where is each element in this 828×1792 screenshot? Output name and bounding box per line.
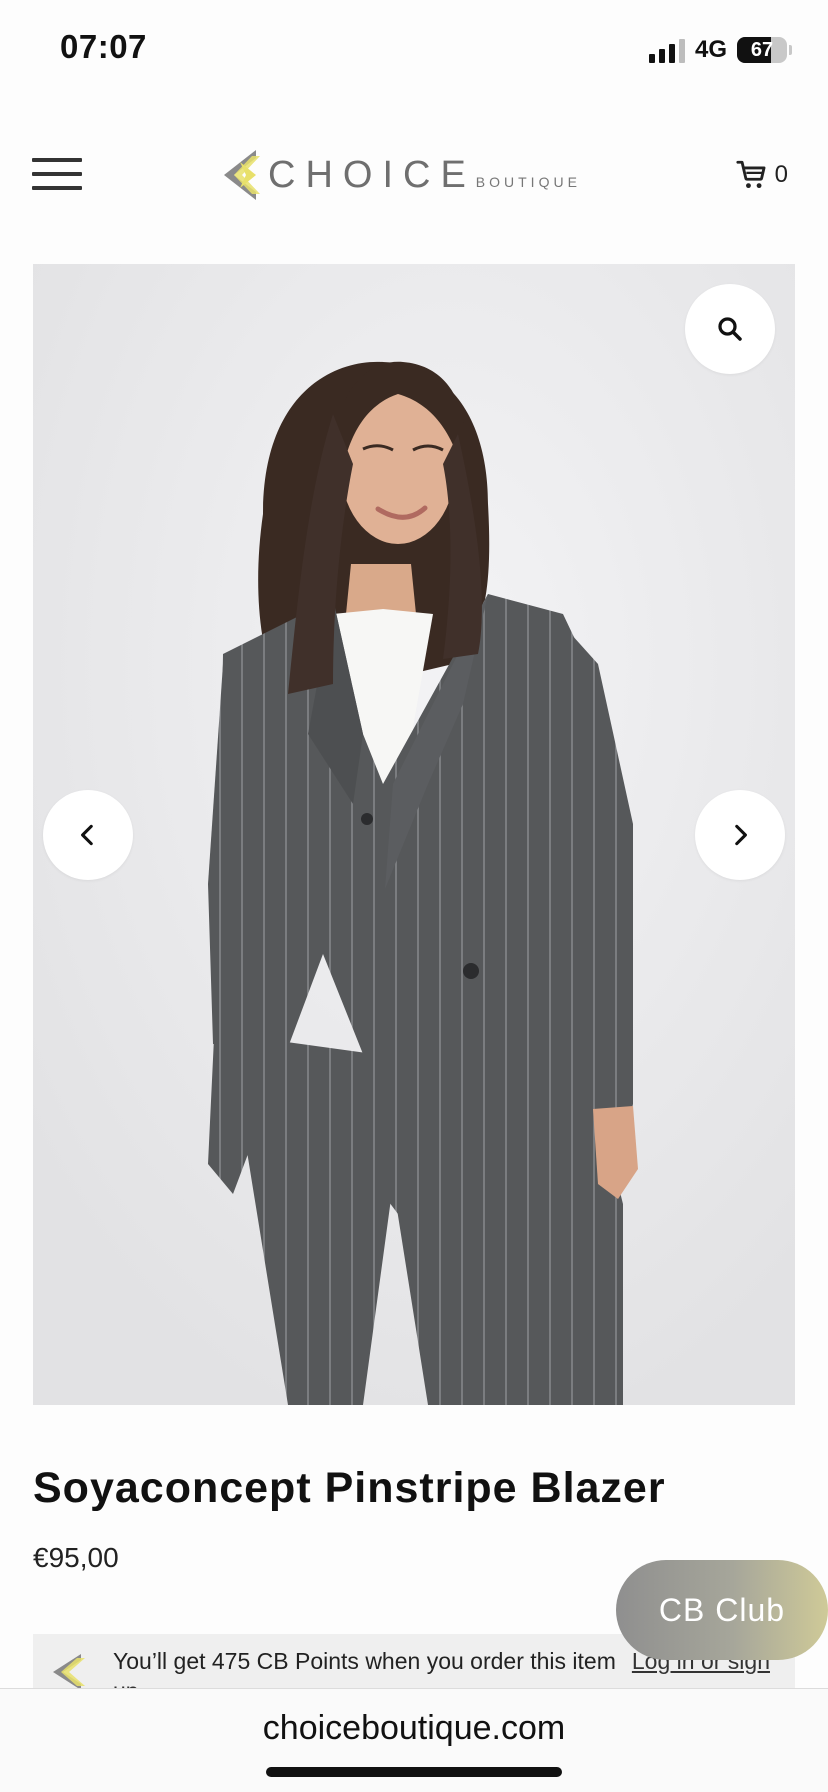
battery-percent: 67 — [750, 38, 774, 61]
battery-icon: 67 — [737, 37, 787, 63]
store-logo[interactable]: CHOICE BOUTIQUE — [216, 145, 581, 205]
shopping-cart-icon — [736, 160, 766, 189]
browser-address-bar[interactable]: choiceboutique.com — [0, 1688, 828, 1792]
chevron-left-icon — [81, 824, 93, 846]
next-image-button[interactable] — [695, 790, 785, 880]
zoom-button[interactable] — [685, 284, 775, 374]
cart-button[interactable]: 0 — [735, 158, 788, 192]
home-indicator[interactable] — [266, 1767, 562, 1777]
logo-wordmark: CHOICE — [268, 153, 476, 196]
cellular-signal-icon — [648, 37, 685, 63]
magnifier-icon — [718, 317, 742, 341]
logo-subtitle: BOUTIQUE — [475, 174, 581, 190]
status-time: 07:07 — [60, 28, 147, 65]
logo-chevron-icon — [53, 1654, 85, 1690]
cart-count: 0 — [774, 161, 788, 188]
product-image-gallery[interactable] — [33, 264, 795, 1405]
battery-cap — [789, 45, 792, 55]
network-type: 4G — [694, 36, 727, 63]
product-price: €95,00 — [33, 1542, 119, 1573]
product-title: Soyaconcept Pinstripe Blazer — [33, 1464, 666, 1512]
points-text: You’ll get 475 CB Points when you order … — [113, 1648, 616, 1674]
hamburger-menu-icon[interactable] — [32, 158, 82, 194]
url-text[interactable]: choiceboutique.com — [0, 1709, 828, 1748]
chevron-right-icon — [735, 824, 747, 846]
product-photo — [33, 264, 795, 1405]
logo-chevron-icon — [224, 150, 260, 200]
cb-club-button[interactable]: CB Club — [616, 1560, 828, 1660]
status-indicators: 4G 67 — [648, 30, 792, 70]
previous-image-button[interactable] — [43, 790, 133, 880]
product-page: 07:07 4G 67 CHOICE BOUTIQUE 0 Soyaconcep… — [0, 0, 828, 1792]
